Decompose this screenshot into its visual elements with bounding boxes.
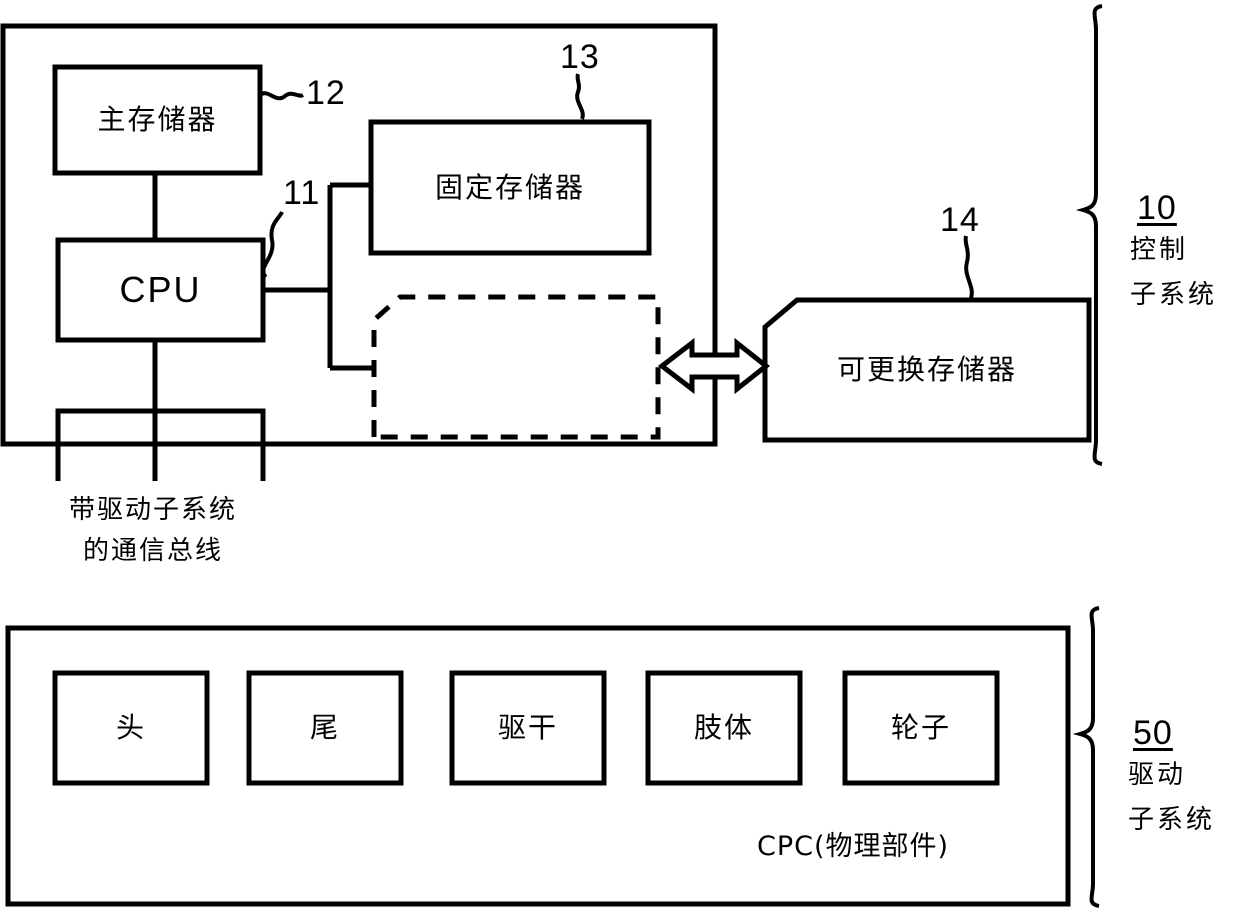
drive-subsystem-caption-line2: 子系统 [1128, 805, 1216, 835]
ref-number-11: 11 [283, 174, 321, 212]
drive-subsystem-brace [1072, 606, 1100, 908]
cpc-label-torso: 驱干 [497, 711, 558, 745]
ref-number-12: 12 [306, 74, 346, 112]
bus-caption-line1: 带驱动子系统 [68, 495, 237, 525]
fixed-memory-label: 固定存储器 [434, 170, 585, 204]
cpc-label-tail: 尾 [309, 711, 340, 745]
ref-number-14: 14 [940, 201, 980, 239]
ref-number-13: 13 [560, 38, 600, 76]
cpu-label: CPU [119, 268, 202, 310]
ref-number-10: 10 [1137, 189, 1177, 227]
ref-11-leader [261, 211, 284, 279]
control-subsystem-caption-line2: 子系统 [1130, 280, 1218, 310]
ref-13-leader [575, 73, 585, 120]
ref-number-50: 50 [1133, 714, 1173, 752]
cpc-label-limbs: 肢体 [693, 711, 754, 745]
ref-14-leader [963, 235, 974, 299]
control-subsystem-caption-line1: 控制 [1130, 235, 1189, 265]
cpc-caption: CPC(物理部件) [757, 831, 950, 862]
ref-12-leader [258, 91, 305, 101]
removable-memory-label: 可更换存储器 [836, 353, 1017, 387]
patent-figure: 主存储器 12 CPU 11 固定存储器 13 可更换存储器 14 10 控制 … [0, 0, 1239, 913]
drive-subsystem-caption-line1: 驱动 [1128, 760, 1187, 790]
dashed-region-outline [371, 294, 661, 440]
bus-caption-line2: 的通信总线 [82, 536, 223, 566]
cpc-label-head: 头 [115, 711, 146, 745]
main-memory-label: 主存储器 [97, 103, 218, 137]
cpc-label-wheels: 轮子 [890, 711, 951, 745]
